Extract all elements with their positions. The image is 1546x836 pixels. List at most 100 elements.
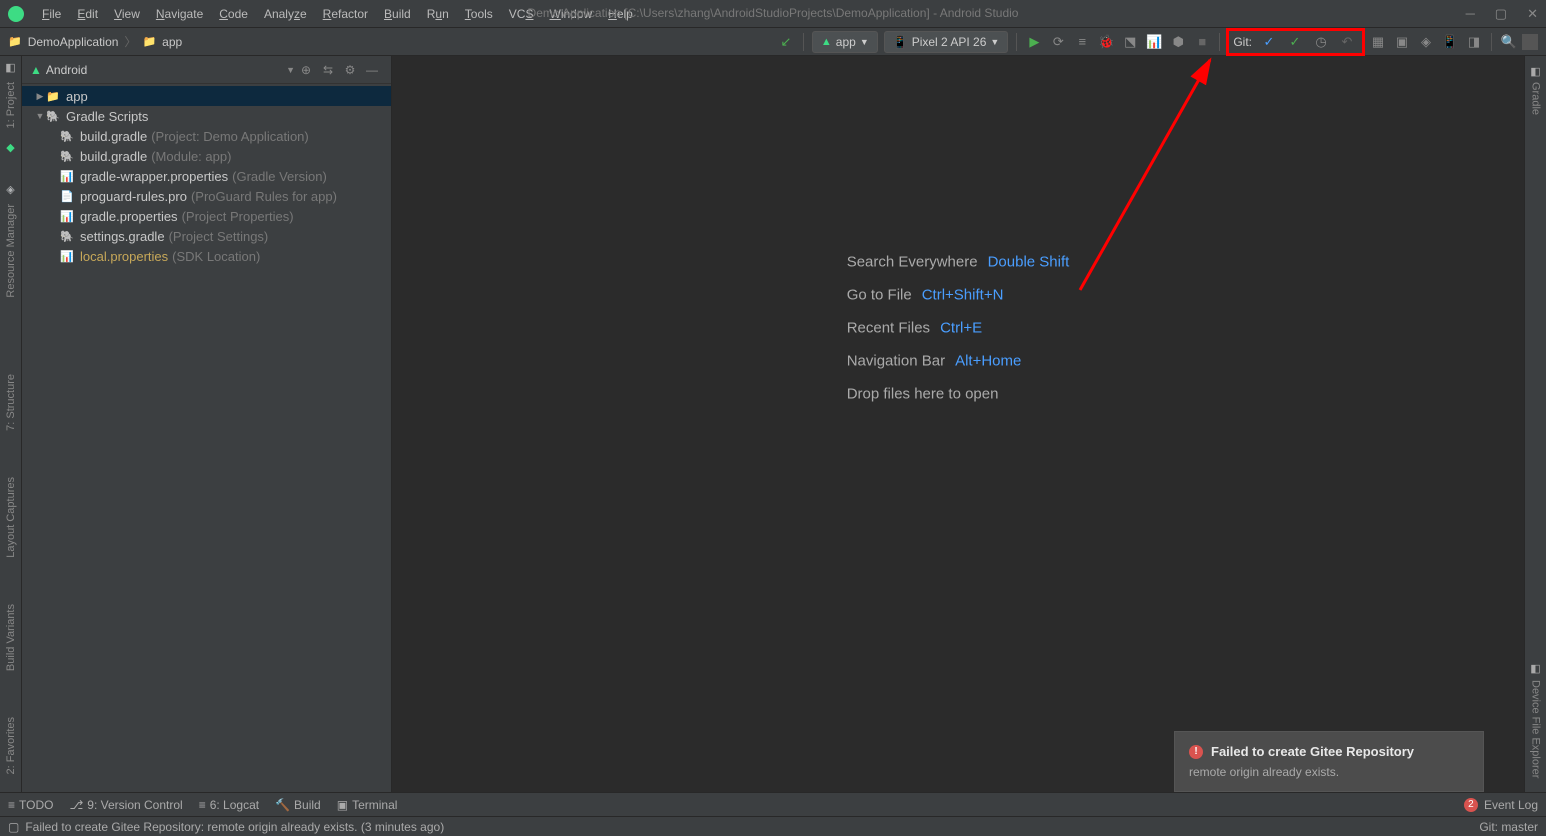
coverage-button[interactable]: ⬔ [1119,31,1141,53]
tree-hint: (SDK Location) [172,249,260,264]
shortcut-label: Drop files here to open [847,385,999,402]
tab-build[interactable]: 🔨Build [275,798,321,812]
gutter-project[interactable]: 1: Project [5,78,17,132]
status-icon[interactable]: ▢ [8,820,19,834]
maximize-button[interactable]: ▢ [1495,6,1507,22]
apply-changes-button[interactable]: ⟳ [1047,31,1069,53]
gutter-device-explorer[interactable]: Device File Explorer [1530,676,1542,782]
separator [1219,33,1220,51]
menu-tools[interactable]: Tools [459,5,499,23]
device-manager-button[interactable]: 📱 [1439,31,1461,53]
gradle-gutter-icon[interactable]: ◧ [1529,64,1543,78]
notification-body: remote origin already exists. [1189,765,1469,779]
panel-title[interactable]: Android [46,63,282,77]
separator [1016,33,1017,51]
update-project-button[interactable]: ✓ [1258,31,1280,53]
menu-navigate[interactable]: Navigate [150,5,209,23]
shortcut-label: Recent Files [847,319,930,336]
gutter-build-variants[interactable]: Build Variants [5,600,17,675]
tab-terminal[interactable]: ▣Terminal [337,798,398,812]
menu-file[interactable]: File [36,5,67,23]
target-icon[interactable]: ⊕ [295,59,317,81]
avd-manager-button[interactable]: ▦ [1367,31,1389,53]
tree-hint: (Module: app) [151,149,231,164]
debug-button[interactable]: 🐞 [1095,31,1117,53]
tab-todo[interactable]: ≡TODO [8,798,53,812]
shortcut-label: Search Everywhere [847,253,978,270]
gutter-layout-captures[interactable]: Layout Captures [5,473,17,562]
menu-refactor[interactable]: Refactor [317,5,374,23]
rollback-button[interactable]: ↶ [1336,31,1358,53]
expand-arrow-icon[interactable]: ▼ [34,111,46,121]
gutter-resource-manager[interactable]: Resource Manager [5,200,17,302]
chevron-down-icon[interactable]: ▼ [286,65,295,75]
history-button[interactable]: ◷ [1310,31,1332,53]
tab-event-log[interactable]: Event Log [1484,798,1538,812]
properties-icon: 📊 [60,170,76,183]
notification-popup[interactable]: ! Failed to create Gitee Repository remo… [1174,731,1484,792]
resource-manager-button[interactable]: ◈ [1415,31,1437,53]
resource-gutter-icon[interactable]: ◆ [4,140,18,154]
tree-row[interactable]: 🐘 build.gradle (Project: Demo Applicatio… [22,126,391,146]
tree-row[interactable]: 📄 proguard-rules.pro (ProGuard Rules for… [22,186,391,206]
gutter-structure[interactable]: 7: Structure [5,370,17,435]
gutter-gradle[interactable]: Gradle [1530,78,1542,119]
device-explorer-icon[interactable]: ◧ [1529,662,1543,676]
gutter-favorites[interactable]: 2: Favorites [5,713,17,778]
tree-row[interactable]: 🐘 settings.gradle (Project Settings) [22,226,391,246]
android-icon: ▲ [821,36,832,48]
tab-logcat[interactable]: ≡6: Logcat [199,798,259,812]
tree-node-app[interactable]: ▶ 📁 app [22,86,391,106]
properties-icon: 📊 [60,210,76,223]
sdk-manager-button[interactable]: ▣ [1391,31,1413,53]
gradle-icon: 🐘 [60,130,76,143]
layout-inspector-button[interactable]: ◨ [1463,31,1485,53]
device-dropdown[interactable]: 📱 Pixel 2 API 26 ▼ [884,31,1009,53]
menu-build[interactable]: Build [378,5,417,23]
tree-label: build.gradle [80,129,147,144]
error-icon: ! [1189,745,1203,759]
sync-icon[interactable]: ↙ [775,31,797,53]
separator [1491,33,1492,51]
menu-analyze[interactable]: Analyze [258,5,313,23]
run-button[interactable]: ▶ [1023,31,1045,53]
tree-row[interactable]: 🐘 build.gradle (Module: app) [22,146,391,166]
run-config-dropdown[interactable]: ▲ app ▼ [812,31,878,53]
hide-icon[interactable]: — [361,59,383,81]
apply-code-button[interactable]: ≡ [1071,31,1093,53]
tree-row[interactable]: 📊 gradle-wrapper.properties (Gradle Vers… [22,166,391,186]
project-panel: ▲ Android ▼ ⊕ ⇆ ⚙ — ▶ 📁 app ▼ 🐘 Gradle S… [22,56,392,792]
search-button[interactable]: 🔍 [1498,31,1520,53]
shortcut-key: Double Shift [988,253,1070,270]
menu-code[interactable]: Code [213,5,254,23]
close-button[interactable]: ✕ [1527,6,1538,22]
menu-view[interactable]: View [108,5,146,23]
editor-area[interactable]: Search EverywhereDouble Shift Go to File… [392,56,1524,792]
status-branch[interactable]: Git: master [1479,820,1538,834]
commit-button[interactable]: ✓ [1284,31,1306,53]
gear-icon[interactable]: ⚙ [339,59,361,81]
breadcrumb-module[interactable]: app [162,35,182,49]
stop-button[interactable]: ■ [1191,31,1213,53]
tree-node-gradle-scripts[interactable]: ▼ 🐘 Gradle Scripts [22,106,391,126]
tab-version-control[interactable]: ⎇9: Version Control [69,798,182,812]
statusbar: ▢ Failed to create Gitee Repository: rem… [0,816,1546,836]
tree-hint: (ProGuard Rules for app) [191,189,337,204]
folder-icon: 📁 [8,35,22,48]
resource-mgr-icon[interactable]: ◈ [4,182,18,196]
breadcrumb-project[interactable]: DemoApplication [28,35,119,49]
expand-arrow-icon[interactable]: ▶ [34,91,46,102]
menu-edit[interactable]: Edit [71,5,104,23]
attach-debugger-button[interactable]: ⬢ [1167,31,1189,53]
tree-label: gradle.properties [80,209,178,224]
tree-label: Gradle Scripts [66,109,148,124]
minimize-button[interactable]: ─ [1466,6,1475,22]
tree-row[interactable]: 📊 local.properties (SDK Location) [22,246,391,266]
project-gutter-icon[interactable]: ◧ [4,60,18,74]
menu-run[interactable]: Run [421,5,455,23]
user-icon[interactable] [1522,34,1538,50]
breadcrumb: 📁 DemoApplication 〉 📁 app [8,33,182,50]
collapse-icon[interactable]: ⇆ [317,59,339,81]
tree-row[interactable]: 📊 gradle.properties (Project Properties) [22,206,391,226]
profile-button[interactable]: 📊 [1143,31,1165,53]
